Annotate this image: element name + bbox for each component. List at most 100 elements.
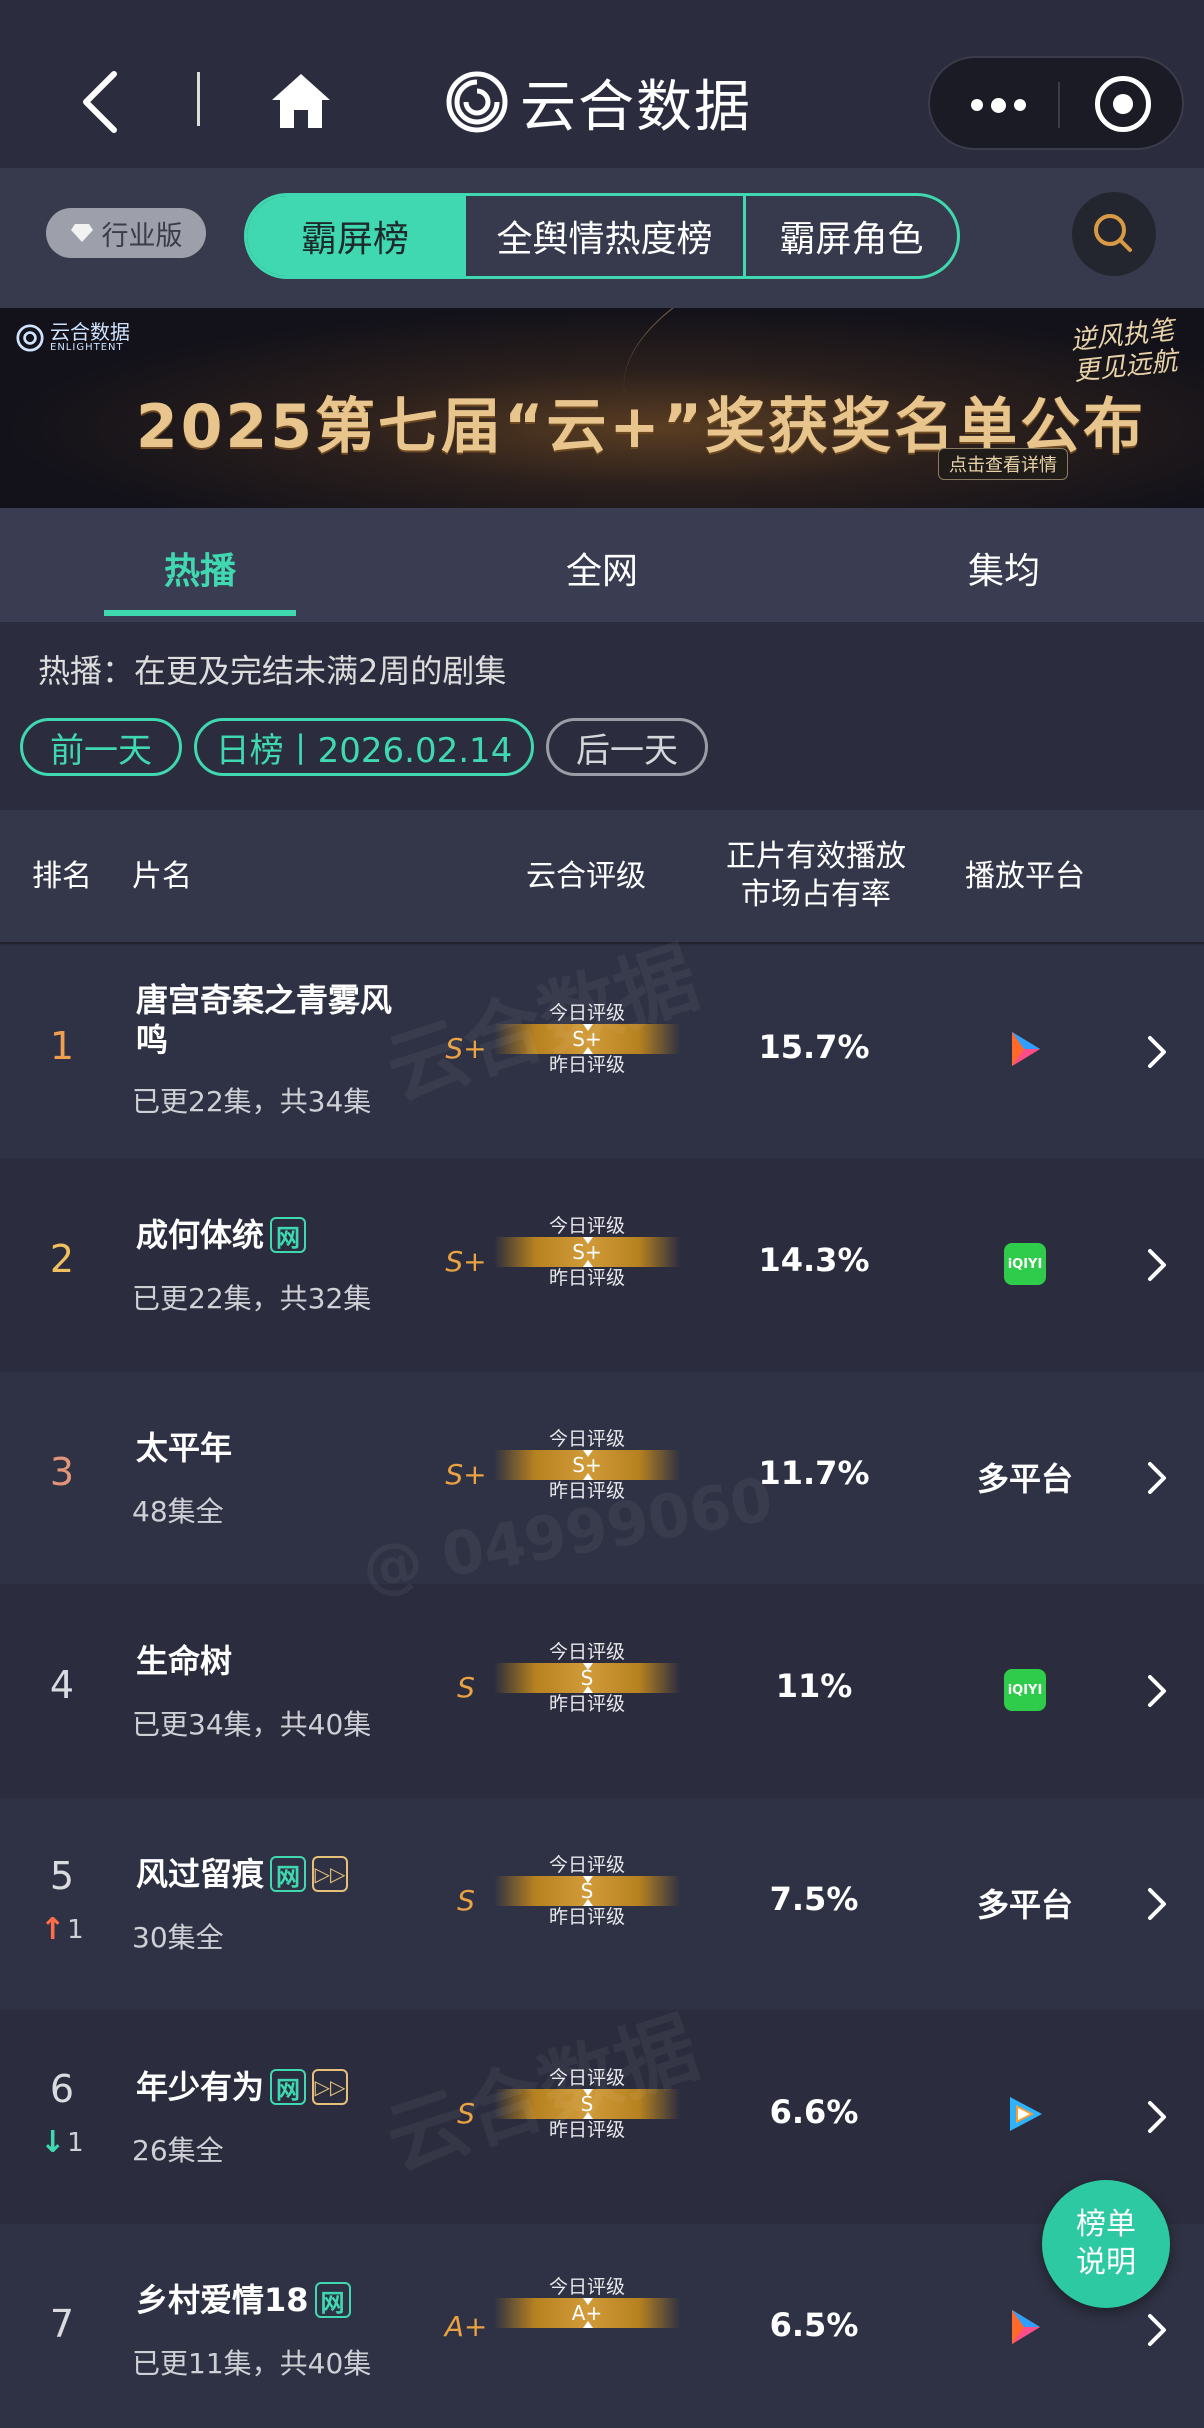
- chart-explanation-line2: 说明: [1076, 2245, 1136, 2280]
- brand-logo-icon: [446, 71, 508, 133]
- rating-grade: S+: [445, 1245, 487, 1278]
- today-rating-label: 今日评级: [548, 1002, 625, 1024]
- close-mini-program-icon[interactable]: [1095, 76, 1151, 132]
- rating-bar: S: [494, 2089, 680, 2119]
- subtab-per-episode[interactable]: 集均: [968, 542, 1040, 594]
- rank-number: 7: [49, 2302, 75, 2346]
- today-rating-label: 今日评级: [548, 1215, 625, 1237]
- table-row[interactable]: 7 乡村爱情18 网已更11集，共40集 A+ 今日评级 A+ 6.5%: [0, 2224, 1204, 2428]
- industry-edition-button[interactable]: 行业版: [46, 208, 206, 258]
- drama-title: 太平年: [136, 1429, 233, 1467]
- award-banner[interactable]: 云合数据 ENLIGHTENT 2025第七届“云+”奖获奖名单公布 逆风执笔 …: [0, 308, 1204, 508]
- today-rating-label: 今日评级: [548, 2276, 625, 2298]
- chevron-right-icon[interactable]: [1146, 2312, 1168, 2348]
- drama-title-wrap: 生命树: [136, 1641, 406, 1681]
- subtab-all-network[interactable]: 全网: [566, 542, 638, 594]
- tab-dominance-roles[interactable]: 霸屏角色: [743, 196, 957, 276]
- drama-title: 乡村爱情18: [136, 2281, 309, 2319]
- chevron-right-icon[interactable]: [1146, 2099, 1168, 2135]
- date-selector[interactable]: 日榜丨2026.02.14: [194, 718, 534, 776]
- chevron-right-icon[interactable]: [1146, 1247, 1168, 1283]
- rating-gauge: 今日评级 S+ 昨日评级: [494, 1428, 680, 1502]
- rating-gauge: 今日评级 S 昨日评级: [494, 2067, 680, 2141]
- chart-explanation-button[interactable]: 榜单 说明: [1042, 2180, 1170, 2308]
- rating-grade: S+: [445, 1032, 487, 1065]
- chevron-right-icon[interactable]: [1146, 1034, 1168, 1070]
- rating-bar: S: [494, 1876, 680, 1906]
- home-icon[interactable]: [270, 70, 332, 132]
- today-rating-label: 今日评级: [548, 2067, 625, 2089]
- prev-day-button[interactable]: 前一天: [20, 718, 182, 776]
- rank-change: ↑ 1: [40, 1912, 84, 1947]
- drama-title-wrap: 太平年: [136, 1428, 406, 1468]
- rating-bar: S+: [494, 1450, 680, 1480]
- drama-title-wrap: 乡村爱情18 网: [136, 2280, 406, 2320]
- market-share: 11.7%: [758, 1454, 870, 1492]
- more-icon[interactable]: [958, 78, 1038, 132]
- search-icon[interactable]: [1072, 192, 1156, 276]
- drama-title-wrap: 唐宫奇案之青雾风鸣: [136, 980, 406, 1060]
- drama-title: 成何体统: [136, 1216, 265, 1254]
- industry-edition-label: 行业版: [101, 220, 183, 252]
- chart-explanation-line1: 榜单: [1076, 2207, 1136, 2242]
- rating-gauge: 今日评级 S+ 昨日评级: [494, 1215, 680, 1289]
- market-share: 14.3%: [758, 1241, 870, 1279]
- back-icon[interactable]: [78, 70, 122, 134]
- web-drama-tag: 网: [270, 2069, 307, 2105]
- banner-slogan: 逆风执笔 更见远航: [1069, 315, 1179, 388]
- table-header: 排名 片名 云合评级 正片有效播放 市场占有率 播放平台: [0, 810, 1204, 944]
- rank-change-value: 1: [67, 1914, 84, 1945]
- web-drama-tag: 网: [270, 1217, 307, 1253]
- table-row[interactable]: 4 生命树 已更34集，共40集 S 今日评级 S 昨日评级 11% iQIYI: [0, 1585, 1204, 1797]
- iqiyi-icon: iQIYI: [1004, 1243, 1046, 1285]
- rating-grade: S: [457, 1671, 475, 1704]
- yesterday-rating-label: 昨日评级: [548, 1693, 625, 1715]
- today-rating-label: 今日评级: [548, 1428, 625, 1450]
- header-share-line2: 市场占有率: [741, 877, 891, 912]
- chevron-right-icon[interactable]: [1146, 1460, 1168, 1496]
- rating-bar: S: [494, 1663, 680, 1693]
- web-drama-tag: 网: [270, 1856, 307, 1892]
- web-drama-tag: 网: [314, 2282, 351, 2318]
- drama-title: 生命树: [136, 1642, 233, 1680]
- diamond-icon: [70, 224, 93, 242]
- banner-logo-text: 云合数据: [50, 320, 130, 344]
- episode-status: 已更22集，共34集: [132, 1085, 372, 1118]
- rating-bar: S+: [494, 1237, 680, 1267]
- rank-number: 3: [49, 1450, 75, 1494]
- fast-forward-tag: ▷▷: [312, 2069, 349, 2105]
- chevron-right-icon[interactable]: [1146, 1673, 1168, 1709]
- banner-cta[interactable]: 点击查看详情: [938, 448, 1068, 480]
- rating-grade: S: [457, 1884, 475, 1917]
- top-nav-bar: 云合数据: [0, 0, 1204, 168]
- platform-label: 多平台: [976, 1886, 1073, 1924]
- drama-title: 风过留痕: [136, 1855, 265, 1893]
- next-day-button[interactable]: 后一天: [546, 718, 708, 776]
- table-row[interactable]: 6 ↓ 1 年少有为网 ▷▷ 26集全 S 今日评级 S 昨日评级 6.6%: [0, 2011, 1204, 2223]
- episode-status: 已更11集，共40集: [132, 2347, 372, 2380]
- tab-dominance-chart[interactable]: 霸屏榜: [247, 196, 463, 276]
- yesterday-rating-label: 昨日评级: [548, 1480, 625, 1502]
- header-rating: 云合评级: [526, 859, 646, 894]
- market-share: 6.6%: [769, 2093, 859, 2131]
- tab-public-opinion-chart[interactable]: 全舆情热度榜: [463, 196, 743, 276]
- episode-status: 26集全: [132, 2134, 224, 2167]
- iqiyi-icon: iQIYI: [1004, 1669, 1046, 1711]
- drama-title-wrap: 成何体统网: [136, 1215, 406, 1255]
- table-row[interactable]: 2 成何体统网已更22集，共32集 S+ 今日评级 S+ 昨日评级 14.3% iQI…: [0, 1159, 1204, 1371]
- chevron-right-icon[interactable]: [1146, 1886, 1168, 1922]
- mini-program-capsule: [928, 56, 1184, 150]
- rank-number: 6: [49, 2067, 75, 2111]
- table-row[interactable]: 1 唐宫奇案之青雾风鸣 已更22集，共34集 S+ 今日评级 S+ 昨日评级 15.7…: [0, 946, 1204, 1158]
- subtab-hot[interactable]: 热播: [164, 542, 236, 594]
- episode-status: 已更34集，共40集: [132, 1708, 372, 1741]
- rank-number: 4: [49, 1663, 75, 1707]
- table-row[interactable]: 5 ↑ 1 风过留痕网 ▷▷ 30集全 S 今日评级 S 昨日评级 7.5% 多平台: [0, 1798, 1204, 2010]
- sub-tabs: 热播 全网 集均: [0, 508, 1204, 622]
- drama-title-wrap: 年少有为网 ▷▷: [136, 2067, 406, 2107]
- market-share: 6.5%: [769, 2306, 859, 2344]
- episode-status: 已更22集，共32集: [132, 1282, 372, 1315]
- nav-divider: [197, 72, 200, 126]
- table-row[interactable]: 3 太平年 48集全 S+ 今日评级 S+ 昨日评级 11.7% 多平台: [0, 1372, 1204, 1584]
- brand: 云合数据: [446, 64, 752, 140]
